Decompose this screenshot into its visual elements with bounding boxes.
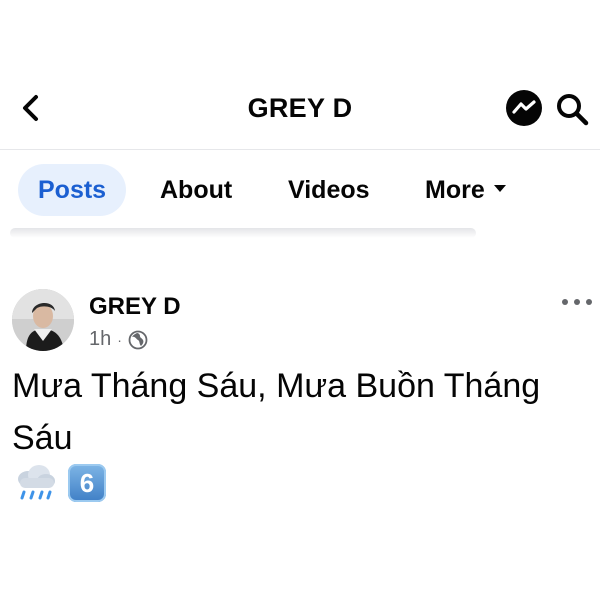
messenger-button[interactable] xyxy=(504,89,544,129)
top-bar: GREY D xyxy=(0,75,600,145)
header-divider xyxy=(0,149,600,150)
profile-tabs: Posts About Videos More xyxy=(0,160,600,220)
post-options-button[interactable] xyxy=(562,295,592,309)
tab-about[interactable]: About xyxy=(160,164,232,216)
tab-posts[interactable]: Posts xyxy=(18,164,127,216)
tab-about-label: About xyxy=(160,176,233,204)
tabs-shadow xyxy=(10,228,476,238)
profile-page: GREY D Posts About Videos More GREY D 1h… xyxy=(0,0,600,600)
dot-icon xyxy=(574,299,580,305)
tab-videos[interactable]: Videos xyxy=(288,164,370,216)
tab-videos-label: Videos xyxy=(288,176,370,204)
keycap-six-icon: 6 xyxy=(68,464,106,502)
tab-more[interactable]: More xyxy=(425,164,506,216)
search-button[interactable] xyxy=(554,91,590,127)
caret-down-icon xyxy=(493,184,506,192)
avatar[interactable] xyxy=(12,289,74,351)
messenger-icon xyxy=(506,90,542,126)
globe-icon[interactable] xyxy=(128,330,148,350)
dot-icon xyxy=(586,299,592,305)
search-icon xyxy=(557,94,589,126)
tab-posts-label: Posts xyxy=(38,176,107,204)
rain-cloud-icon xyxy=(18,465,55,500)
post-text: Mưa Tháng Sáu, Mưa Buồn Tháng Sáu xyxy=(12,367,541,457)
post-card: GREY D 1h · Mưa Tháng Sáu, Mưa Buồn Thán… xyxy=(0,283,600,523)
post-time[interactable]: 1h xyxy=(89,328,111,351)
meta-separator: · xyxy=(117,331,122,348)
post-meta: 1h · xyxy=(89,328,148,351)
post-emojis: 6 xyxy=(14,464,106,504)
post-author[interactable]: GREY D xyxy=(89,293,181,321)
tab-more-label: More xyxy=(425,176,485,204)
profile-photo xyxy=(12,289,74,351)
dot-icon xyxy=(562,299,568,305)
